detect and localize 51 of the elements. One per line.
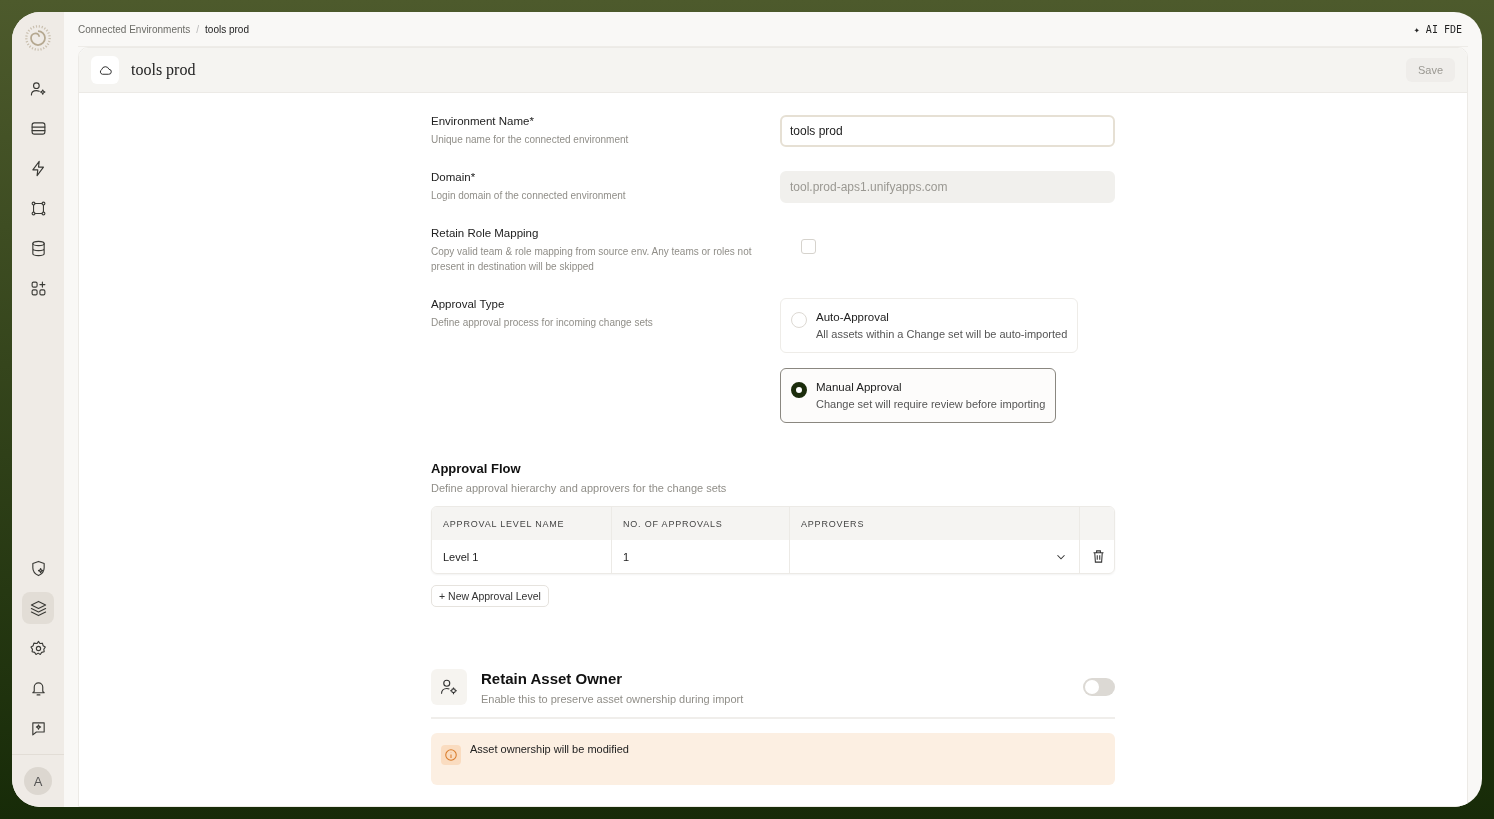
breadcrumb-link[interactable]: tools prod <box>205 23 249 35</box>
add-level-button[interactable]: + New Approval Level <box>431 585 549 607</box>
settings-icon <box>29 639 47 657</box>
field-hint: Login domain of the connected environment <box>431 189 627 203</box>
page-title: tools prod <box>131 61 196 79</box>
field-label: Retain Role Mapping <box>431 227 540 239</box>
section-subtitle: Define approval hierarchy and approvers for the change sets <box>431 482 728 494</box>
column-header: APPROVAL LEVEL NAME <box>432 507 612 540</box>
apps-icon <box>29 279 47 297</box>
field-hint: Copy valid team & role mapping from source env. Any teams or roles not present in destination will be skipped <box>431 245 753 274</box>
option-title: Auto-Approval <box>816 311 890 323</box>
breadcrumb-separator: / <box>196 23 200 35</box>
field-label: Approval Type <box>431 298 506 310</box>
logo-icon <box>24 24 52 52</box>
layers-nav-button[interactable] <box>22 592 54 624</box>
section-title: Approval Flow <box>431 461 522 476</box>
breadcrumb-link[interactable]: Connected Environments <box>78 23 191 35</box>
nodes-icon <box>29 199 47 217</box>
database-icon <box>29 239 47 257</box>
text-field[interactable]: tools prod <box>780 115 1115 147</box>
cloud-icon <box>91 56 119 84</box>
card-icon <box>29 119 47 137</box>
bell-icon <box>29 679 47 697</box>
radio-option[interactable]: Auto-Approval All assets within a Change set will be auto-imported <box>780 298 1079 353</box>
chat-icon <box>29 719 47 737</box>
bolt-icon <box>29 159 47 177</box>
table-cell: Level 1 <box>432 540 612 573</box>
table-cell: 1 <box>612 540 790 573</box>
checkbox[interactable] <box>801 239 816 254</box>
field-hint: Define approval process for incoming change sets <box>431 316 654 330</box>
alert-title: Asset ownership will be modified <box>470 743 629 755</box>
radio-option[interactable]: Manual Approval Change set will require review before importing <box>780 368 1057 423</box>
option-title: Manual Approval <box>816 381 903 393</box>
user-avatar[interactable]: A <box>24 767 52 795</box>
option-description: Change set will require review before importing <box>816 398 1046 410</box>
ai-assistant-button[interactable]: ✦ AI FDE <box>1407 23 1468 35</box>
field-label: Environment Name* <box>431 115 535 127</box>
section-title: Retain Asset Owner <box>481 669 624 687</box>
field-label: Domain* <box>431 171 477 183</box>
layers-icon <box>29 599 47 617</box>
section-subtitle: Enable this to preserve asset ownership during import <box>481 692 745 705</box>
shield-icon <box>29 559 47 577</box>
column-header: APPROVERS <box>790 507 1080 540</box>
toggle-switch[interactable] <box>1083 678 1115 696</box>
field-hint: Unique name for the connected environment <box>431 133 630 147</box>
user-settings-icon <box>431 669 467 705</box>
option-description: All assets within a Change set will be auto-imported <box>816 328 1068 340</box>
radio-button[interactable] <box>791 382 807 398</box>
column-header: NO. OF APPROVALS <box>612 507 790 540</box>
user-icon <box>29 79 47 97</box>
info-icon <box>441 745 461 765</box>
